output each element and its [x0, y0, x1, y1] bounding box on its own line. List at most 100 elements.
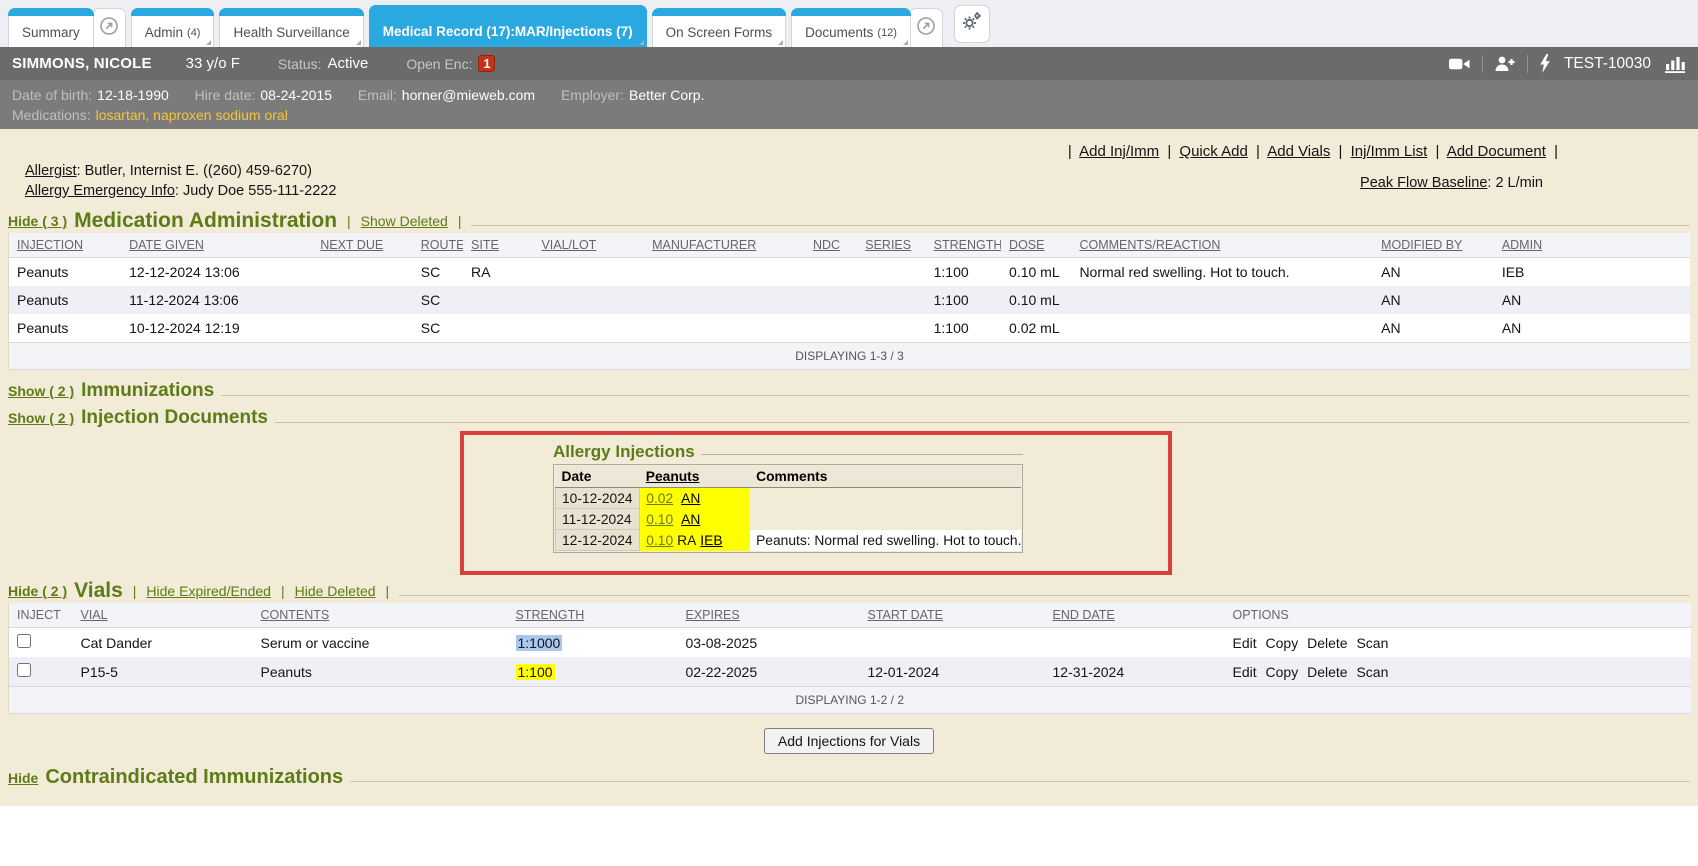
- col-site[interactable]: SITE: [471, 238, 499, 252]
- contraindicated-title: Contraindicated Immunizations: [45, 766, 343, 789]
- cell: 11-12-2024 13:06: [121, 286, 312, 314]
- separator: |: [281, 583, 285, 599]
- page-bottom: [0, 806, 1698, 866]
- col-series[interactable]: SERIES: [865, 238, 911, 252]
- inject-checkbox[interactable]: [17, 663, 31, 677]
- tab-summary[interactable]: Summary: [8, 8, 94, 47]
- hide-expired-link[interactable]: Hide Expired/Ended: [146, 583, 271, 599]
- col-comments[interactable]: COMMENTS/REACTION: [1079, 238, 1220, 252]
- col-contents[interactable]: CONTENTS: [261, 608, 330, 622]
- ai-comment: [750, 488, 1021, 509]
- col-vial[interactable]: VIAL: [81, 608, 108, 622]
- col-vial-strength[interactable]: STRENGTH: [516, 608, 585, 622]
- col-ndc[interactable]: NDC: [813, 238, 840, 252]
- ai-dose-link[interactable]: 0.10: [646, 512, 673, 527]
- edit-option[interactable]: Edit: [1233, 635, 1257, 651]
- ai-dose-link[interactable]: 0.02: [646, 491, 673, 506]
- status-value: Active: [327, 55, 368, 72]
- tab-health-surveillance-label: Health Surveillance: [233, 25, 349, 40]
- scan-option[interactable]: Scan: [1356, 664, 1388, 680]
- edit-option[interactable]: Edit: [1233, 664, 1257, 680]
- settings-button[interactable]: [954, 5, 990, 43]
- tab-on-screen-forms-label: On Screen Forms: [666, 25, 773, 40]
- tab-documents[interactable]: Documents (12): [791, 8, 911, 47]
- col-strength[interactable]: STRENGTH: [934, 238, 1001, 252]
- col-next-due[interactable]: NEXT DUE: [320, 238, 383, 252]
- ai-admin-link[interactable]: AN: [681, 491, 700, 506]
- inject-checkbox[interactable]: [17, 634, 31, 648]
- tab-health-surveillance[interactable]: Health Surveillance: [219, 8, 363, 47]
- allergy-injections-title: Allergy Injections: [553, 442, 695, 462]
- ai-admin-link[interactable]: AN: [681, 512, 700, 527]
- cell: [533, 258, 644, 287]
- tab-admin-count: (4): [187, 27, 200, 39]
- col-manufacturer[interactable]: MANUFACTURER: [652, 238, 756, 252]
- cell: [1071, 314, 1373, 343]
- add-document-link[interactable]: Add Document: [1447, 143, 1546, 160]
- add-inj-imm-link[interactable]: Add Inj/Imm: [1079, 143, 1159, 160]
- summary-popup-button[interactable]: [92, 8, 126, 47]
- ai-col-peanuts[interactable]: Peanuts: [646, 469, 700, 484]
- cell: [805, 314, 857, 343]
- col-route[interactable]: ROUTE: [421, 238, 463, 252]
- allergy-emergency-info-value: : Judy Doe 555-111-2222: [175, 183, 337, 199]
- col-end-date[interactable]: END DATE: [1053, 608, 1115, 622]
- tab-medical-record[interactable]: Medical Record (17):MAR/Injections (7): [369, 5, 647, 47]
- medications-value[interactable]: losartan, naproxen sodium oral: [96, 107, 288, 123]
- open-enc-badge[interactable]: 1: [478, 55, 495, 72]
- contraindicated-toggle[interactable]: Hide: [8, 770, 38, 786]
- hide-deleted-link[interactable]: Hide Deleted: [295, 583, 376, 599]
- col-date-given[interactable]: DATE GIVEN: [129, 238, 204, 252]
- copy-option[interactable]: Copy: [1266, 635, 1299, 651]
- ai-comment: Peanuts: Normal red swelling. Hot to tou…: [750, 530, 1021, 551]
- col-modified-by[interactable]: MODIFIED BY: [1381, 238, 1462, 252]
- ai-dose-link[interactable]: 0.10: [646, 533, 673, 548]
- col-dose[interactable]: DOSE: [1009, 238, 1044, 252]
- col-start-date[interactable]: START DATE: [868, 608, 943, 622]
- col-admin[interactable]: ADMIN: [1502, 238, 1542, 252]
- col-vial-lot[interactable]: VIAL/LOT: [541, 238, 596, 252]
- tab-on-screen-forms[interactable]: On Screen Forms: [652, 8, 787, 47]
- vials-toggle[interactable]: Hide ( 2 ): [8, 583, 67, 599]
- cell: 1:100: [926, 314, 1001, 343]
- delete-option[interactable]: Delete: [1307, 664, 1347, 680]
- tab-admin[interactable]: Admin (4): [131, 8, 215, 47]
- delete-option[interactable]: Delete: [1307, 635, 1347, 651]
- quick-add-link[interactable]: Quick Add: [1179, 143, 1247, 160]
- vial-expires: 02-22-2025: [678, 657, 860, 687]
- show-deleted-link[interactable]: Show Deleted: [361, 213, 448, 229]
- ai-col-date: Date: [556, 466, 640, 488]
- heading-rule: [399, 595, 1690, 596]
- allergist-link[interactable]: Allergist: [25, 163, 77, 179]
- copy-option[interactable]: Copy: [1266, 664, 1299, 680]
- med-admin-toggle[interactable]: Hide ( 3 ): [8, 213, 67, 229]
- separator: |: [347, 213, 351, 229]
- employer-value: Better Corp.: [629, 87, 704, 103]
- add-injections-for-vials-button[interactable]: Add Injections for Vials: [764, 728, 934, 754]
- col-injection[interactable]: INJECTION: [17, 238, 83, 252]
- cell: [312, 314, 413, 343]
- med-admin-heading: Hide ( 3 ) Medication Administration | S…: [8, 209, 1690, 233]
- allergy-emergency-info-link[interactable]: Allergy Emergency Info: [25, 183, 175, 199]
- ai-admin-link[interactable]: IEB: [700, 533, 722, 548]
- add-vials-link[interactable]: Add Vials: [1267, 143, 1330, 160]
- separator: |: [458, 213, 462, 229]
- ai-site: RA: [677, 533, 696, 548]
- col-expires[interactable]: EXPIRES: [686, 608, 740, 622]
- video-camera-icon[interactable]: [1448, 56, 1471, 72]
- injection-documents-toggle[interactable]: Show ( 2 ): [8, 410, 74, 426]
- immunizations-toggle[interactable]: Show ( 2 ): [8, 383, 74, 399]
- injection-documents-heading: Show ( 2 ) Injection Documents: [8, 407, 1690, 429]
- bar-chart-icon[interactable]: [1664, 55, 1686, 73]
- documents-popup-button[interactable]: [909, 8, 943, 47]
- peak-flow-baseline-link[interactable]: Peak Flow Baseline: [1360, 175, 1487, 191]
- person-add-icon[interactable]: [1494, 55, 1516, 73]
- peak-flow-baseline: Peak Flow Baseline: 2 L/min: [1360, 175, 1543, 191]
- vial-row: Cat Dander Serum or vaccine 1:1000 03-08…: [9, 628, 1691, 658]
- lightning-bolt-icon[interactable]: [1539, 54, 1551, 73]
- cell: [644, 258, 805, 287]
- inj-imm-list-link[interactable]: Inj/Imm List: [1351, 143, 1428, 160]
- divider: [1482, 55, 1483, 73]
- cell: 0.10 mL: [1001, 258, 1071, 287]
- scan-option[interactable]: Scan: [1356, 635, 1388, 651]
